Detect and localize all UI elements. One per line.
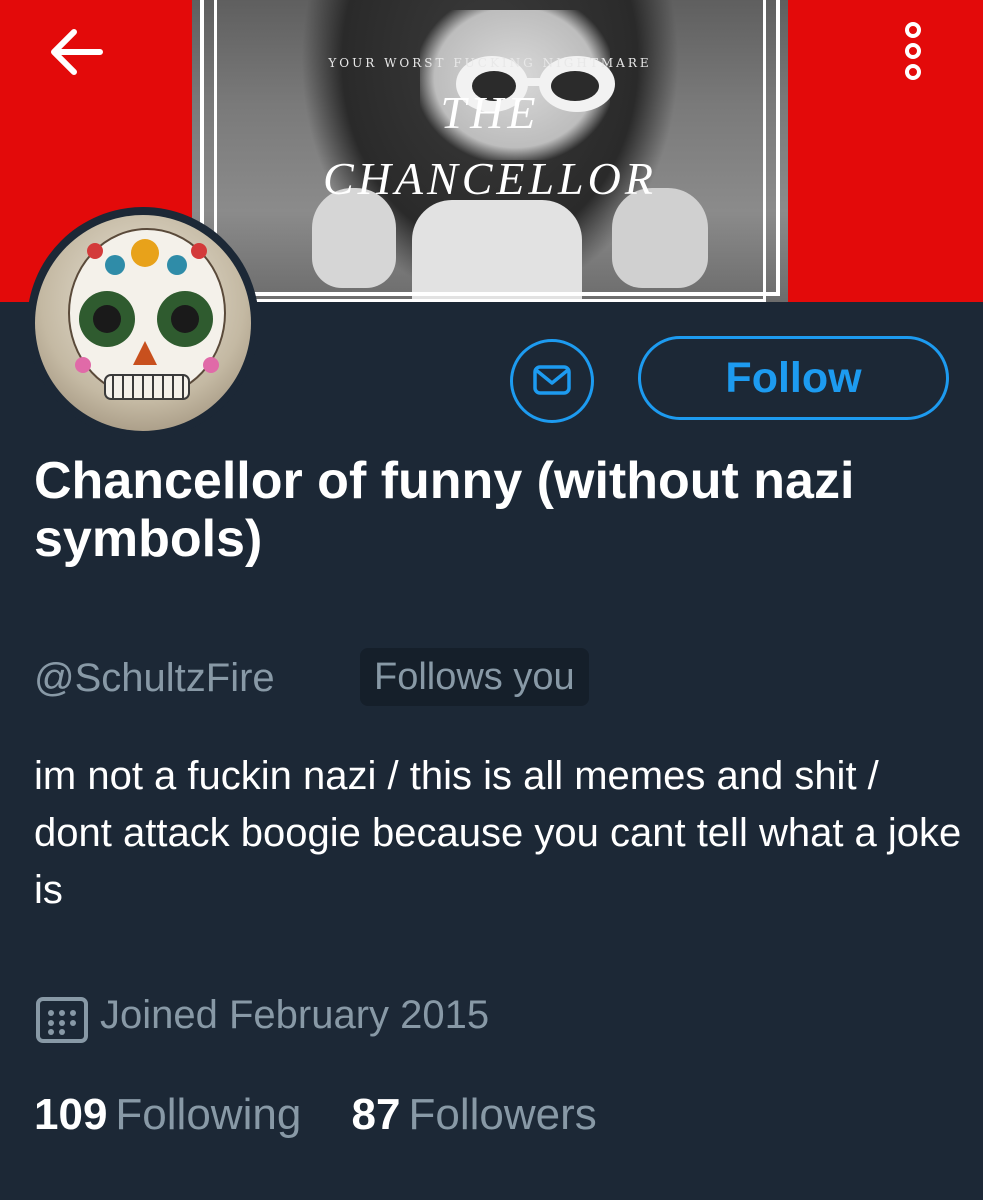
follow-stats: 109 Following 87 Followers — [34, 1085, 635, 1145]
follows-you-badge: Follows you — [360, 648, 589, 706]
profile-handle[interactable]: @SchultzFire — [34, 650, 275, 706]
sugar-skull-image — [68, 228, 226, 400]
more-options-button[interactable] — [892, 16, 934, 86]
envelope-icon — [533, 365, 571, 395]
following-stat[interactable]: 109 Following — [34, 1085, 301, 1145]
calendar-icon — [36, 997, 88, 1043]
banner-tagline: YOUR WORST FUCKING NIGHTMARE — [328, 56, 652, 70]
avatar[interactable] — [27, 207, 259, 439]
message-button[interactable] — [510, 339, 594, 423]
back-button[interactable] — [44, 24, 110, 80]
more-vertical-icon — [905, 22, 921, 80]
banner-frame-inner — [214, 0, 766, 302]
display-name: Chancellor of funny (without nazi symbol… — [34, 452, 855, 568]
joined-date: Joined February 2015 — [100, 993, 490, 1037]
followers-stat[interactable]: 87 Followers — [352, 1085, 597, 1145]
profile-bio: im not a fuckin nazi / this is all memes… — [34, 754, 962, 912]
followers-count: 87 — [351, 1090, 401, 1139]
avatar-image — [35, 215, 251, 431]
arrow-left-icon — [51, 29, 103, 75]
banner-title-line2: CHANCELLOR — [323, 153, 657, 204]
followers-label: Followers — [408, 1090, 597, 1139]
following-label: Following — [115, 1090, 302, 1139]
follow-button[interactable]: Follow — [638, 336, 949, 420]
banner-title-line1: THE — [440, 87, 540, 138]
following-count: 109 — [34, 1090, 108, 1139]
